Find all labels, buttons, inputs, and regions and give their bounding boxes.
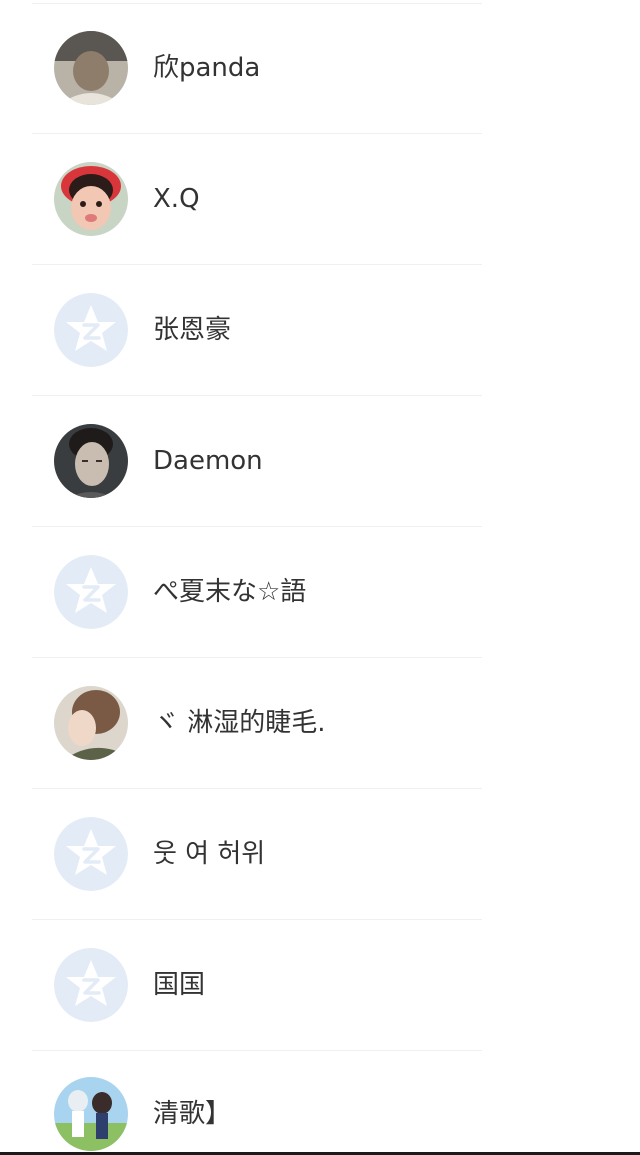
- contact-row[interactable]: ヾ 淋湿的睫毛.: [0, 658, 640, 789]
- default-avatar-icon[interactable]: [54, 817, 128, 891]
- contact-name: 张恩豪: [153, 315, 232, 345]
- contact-name: X.Q: [153, 184, 200, 214]
- contact-name: ぺ夏末な☆語: [153, 577, 307, 607]
- avatar[interactable]: [54, 424, 128, 498]
- avatar[interactable]: [54, 686, 128, 760]
- contact-row[interactable]: 国国: [0, 920, 640, 1051]
- contact-name: 清歌】: [153, 1099, 232, 1129]
- default-avatar-icon[interactable]: [54, 948, 128, 1022]
- contact-name: 웃 여 허위: [153, 839, 266, 869]
- contact-row[interactable]: 清歌】: [0, 1051, 640, 1155]
- avatar[interactable]: [54, 31, 128, 105]
- default-avatar-icon[interactable]: [54, 555, 128, 629]
- contact-row[interactable]: X.Q: [0, 134, 640, 265]
- contact-name: 欣panda: [153, 53, 261, 83]
- contact-row[interactable]: 웃 여 허위: [0, 789, 640, 920]
- contact-row[interactable]: ぺ夏末な☆語: [0, 527, 640, 658]
- contact-name: ヾ 淋湿的睫毛.: [153, 708, 326, 738]
- avatar[interactable]: [54, 1077, 128, 1151]
- contact-list: 欣panda X.Q 张恩豪 Daemon ぺ夏末な☆語 ヾ 淋湿的睫毛. 웃 …: [0, 0, 640, 1155]
- avatar[interactable]: [54, 162, 128, 236]
- contact-name: 国国: [153, 970, 206, 1000]
- contact-row[interactable]: 张恩豪: [0, 265, 640, 396]
- row-separator: [32, 3, 482, 4]
- contact-row[interactable]: 欣panda: [0, 3, 640, 134]
- contact-name: Daemon: [153, 446, 263, 476]
- default-avatar-icon[interactable]: [54, 293, 128, 367]
- contact-row[interactable]: Daemon: [0, 396, 640, 527]
